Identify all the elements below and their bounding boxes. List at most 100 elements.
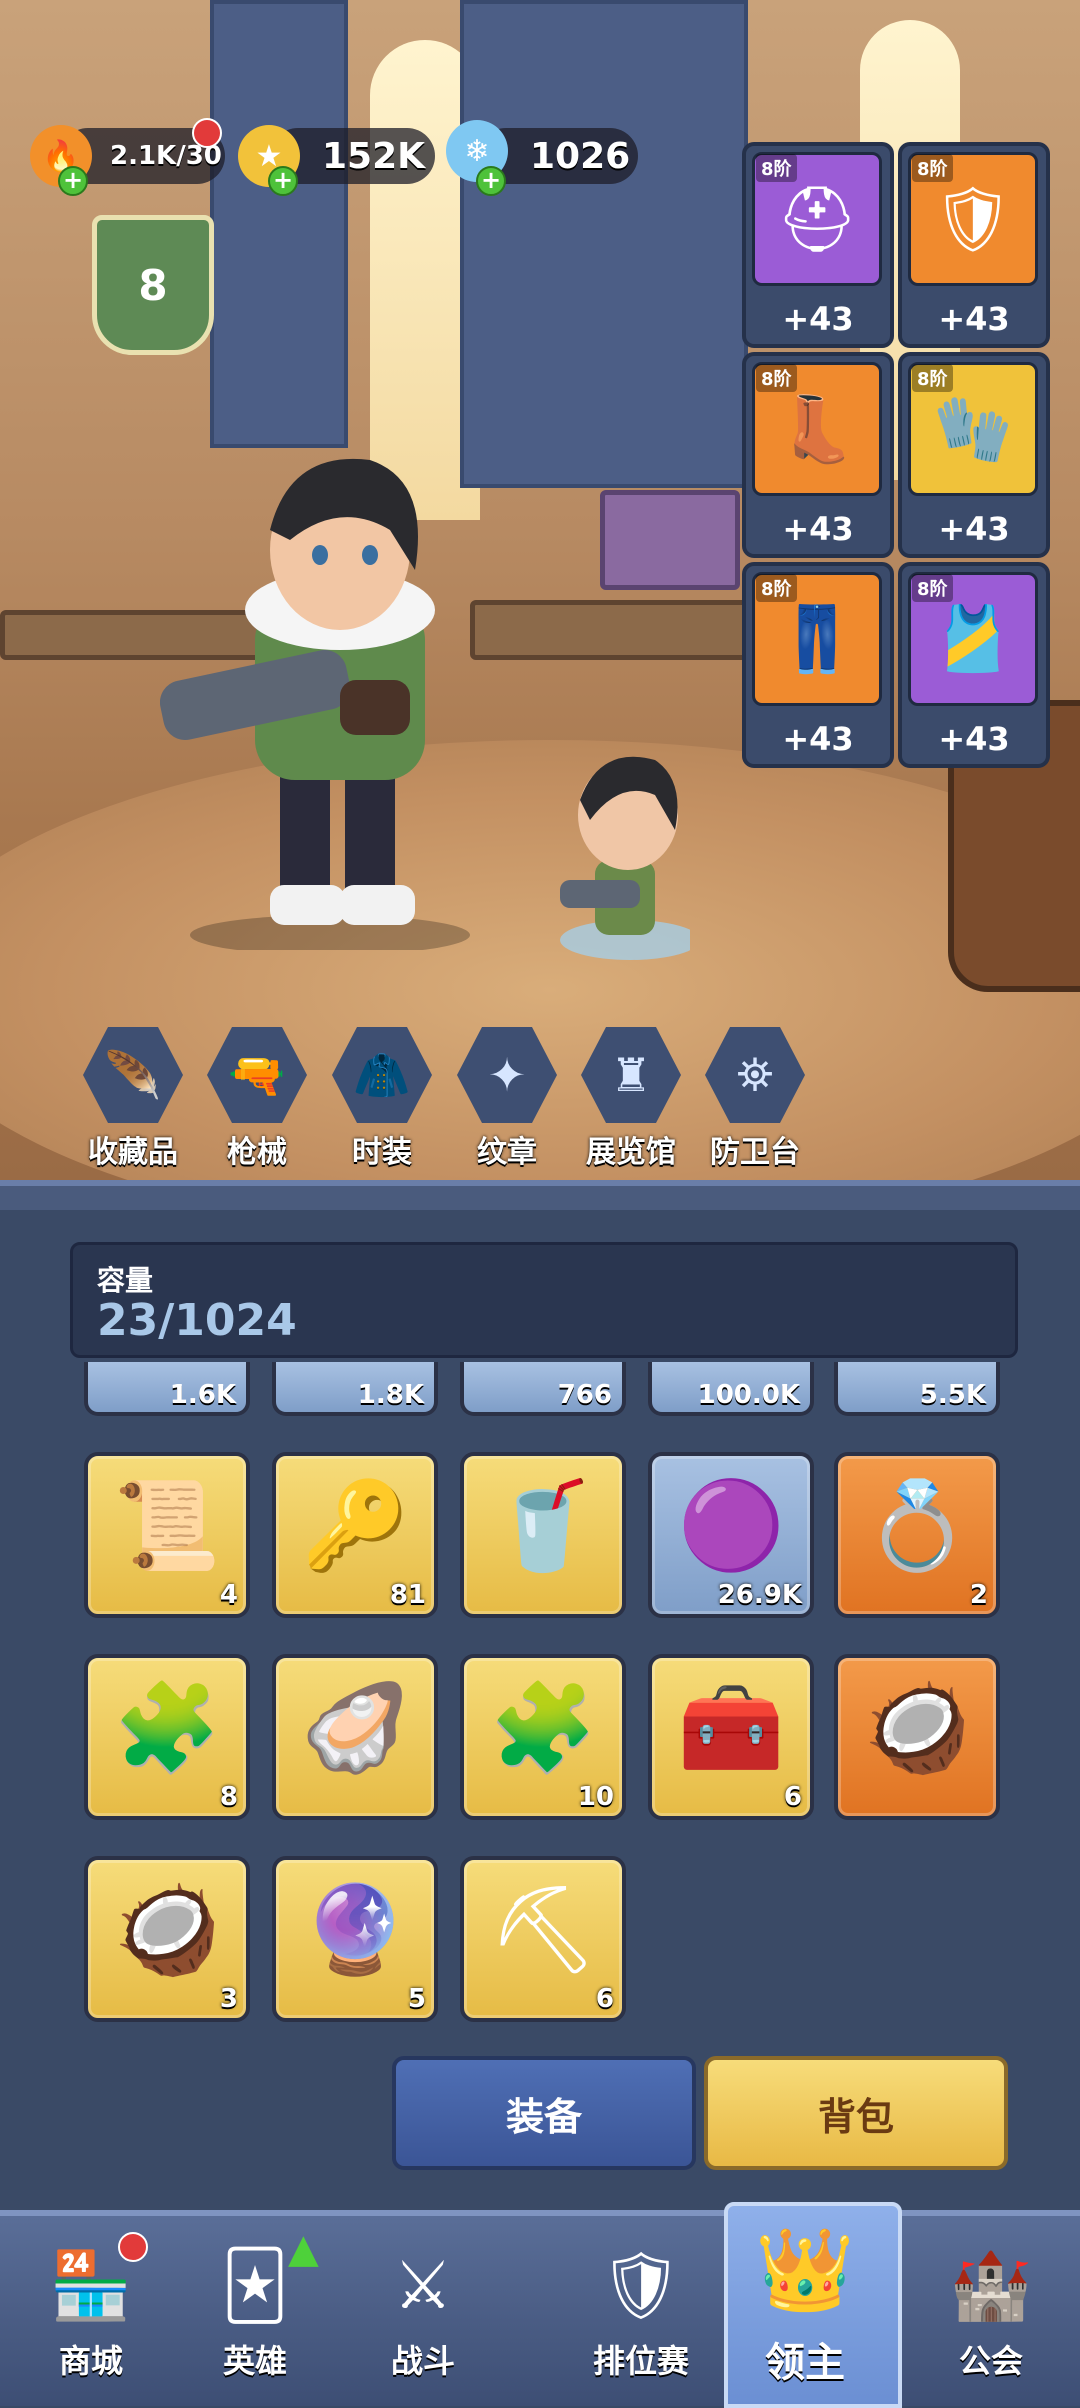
- category-3[interactable]: 🧥 时装: [327, 1025, 437, 1171]
- inventory-slot[interactable]: 📜 4: [84, 1452, 250, 1618]
- nav-icon: 🏰: [949, 2247, 1033, 2324]
- inventory-slot[interactable]: 🔑 81: [272, 1452, 438, 1618]
- item-count: 81: [389, 1580, 426, 1610]
- nav-3[interactable]: ⚔ 战斗: [348, 2236, 498, 2400]
- nav-6[interactable]: 🏰 公会: [916, 2236, 1066, 2400]
- nav-label: 战斗: [390, 2342, 455, 2380]
- item-icon: 📜: [113, 1476, 221, 1576]
- banner: [210, 0, 348, 448]
- category-label: 枪械: [227, 1135, 287, 1170]
- equipment-bonus: +43: [938, 720, 1010, 758]
- inventory-slot[interactable]: ⛏ 6: [460, 1856, 626, 2022]
- equipment-bonus: +43: [782, 510, 854, 548]
- item-count: 10: [577, 1782, 614, 1812]
- category-icon: 🔫: [207, 1027, 307, 1123]
- books: [600, 490, 740, 590]
- panel-header-strip: [0, 1186, 1080, 1210]
- category-5[interactable]: ♜ 展览馆: [576, 1025, 686, 1171]
- nav-5[interactable]: 👑 领主: [730, 2210, 880, 2386]
- add-crystal-button[interactable]: +: [476, 166, 506, 196]
- inventory-slot[interactable]: 🥤: [460, 1452, 626, 1618]
- item-count: 6: [783, 1782, 802, 1812]
- item-count: 1.8K: [357, 1380, 424, 1410]
- category-label: 收藏品: [88, 1135, 178, 1170]
- notification-dot: [192, 118, 222, 148]
- item-count: 3: [219, 1984, 238, 2014]
- table: [470, 600, 760, 660]
- inventory-slot-partial[interactable]: 5.5K: [834, 1362, 1000, 1416]
- item-count: 26.9K: [717, 1580, 802, 1610]
- add-gold-button[interactable]: +: [268, 166, 298, 196]
- nav-1[interactable]: 🏪 商城: [16, 2236, 166, 2400]
- equipment-slot-1[interactable]: ⛑ 8阶 +43: [742, 142, 894, 348]
- item-icon: 🧩: [113, 1678, 221, 1778]
- capacity-box: 容量 23/1024: [70, 1242, 1018, 1358]
- inventory-slot-partial[interactable]: 1.8K: [272, 1362, 438, 1416]
- category-label: 纹章: [477, 1135, 537, 1170]
- inventory-slot-partial[interactable]: 766: [460, 1362, 626, 1416]
- add-fire-button[interactable]: +: [58, 166, 88, 196]
- item-count: 5.5K: [919, 1380, 986, 1410]
- inventory-slot[interactable]: 🥥: [834, 1654, 1000, 1820]
- capacity-value: 23/1024: [97, 1295, 297, 1346]
- inventory-slot[interactable]: 💍 2: [834, 1452, 1000, 1618]
- equip-tab-button[interactable]: 装备: [392, 2056, 696, 2170]
- equipment-tier: 8阶: [912, 364, 953, 392]
- item-count: 5: [407, 1984, 426, 2014]
- nav-4[interactable]: 🛡 排位赛: [566, 2236, 716, 2400]
- category-1[interactable]: 🪶 收藏品: [78, 1025, 188, 1171]
- item-count: 6: [595, 1984, 614, 2014]
- item-count: 1.6K: [169, 1380, 236, 1410]
- equipment-bonus: +43: [782, 720, 854, 758]
- item-count: 100.0K: [697, 1380, 800, 1410]
- inventory-slot-partial[interactable]: 100.0K: [648, 1362, 814, 1416]
- banner: [460, 0, 748, 488]
- capacity-label: 容量: [97, 1264, 154, 1297]
- inventory-slot[interactable]: 🔮 5: [272, 1856, 438, 2022]
- inventory-slot-partial[interactable]: 1.6K: [84, 1362, 250, 1416]
- pet-companion[interactable]: [560, 740, 690, 960]
- item-icon: 🧩: [489, 1678, 597, 1778]
- equipment-bonus: +43: [938, 510, 1010, 548]
- item-icon: 🟣: [677, 1476, 785, 1576]
- equipment-slot-2[interactable]: 🛡 8阶 +43: [898, 142, 1050, 348]
- item-icon: 🥥: [113, 1880, 221, 1980]
- nav-icon: ⚔: [393, 2247, 453, 2324]
- item-icon: 🦪: [301, 1678, 409, 1778]
- shop-notification-dot: [118, 2232, 148, 2262]
- nav-label: 公会: [958, 2342, 1023, 2380]
- equipment-slot-6[interactable]: 🎽 8阶 +43: [898, 562, 1050, 768]
- category-2[interactable]: 🔫 枪械: [202, 1025, 312, 1171]
- inventory-slot[interactable]: 🧩 10: [460, 1654, 626, 1820]
- inventory-slot[interactable]: 🧩 8: [84, 1654, 250, 1820]
- level-badge[interactable]: 8: [92, 215, 214, 355]
- category-icon: 🧥: [332, 1027, 432, 1123]
- item-count: 766: [557, 1380, 612, 1410]
- item-icon: 💍: [863, 1476, 971, 1576]
- nav-label: 商城: [58, 2342, 123, 2380]
- gold-value: 152K: [322, 135, 426, 177]
- item-count: 8: [219, 1782, 238, 1812]
- hero-character[interactable]: [160, 430, 500, 950]
- inventory-slot[interactable]: 🦪: [272, 1654, 438, 1820]
- item-icon: 🥥: [863, 1678, 971, 1778]
- equipment-bonus: +43: [938, 300, 1010, 338]
- equipment-tier: 8阶: [756, 574, 797, 602]
- category-6[interactable]: ⛯ 防卫台: [700, 1025, 810, 1171]
- nav-label: 领主: [765, 2340, 845, 2386]
- level-value: 8: [138, 260, 168, 310]
- equipment-tier: 8阶: [912, 154, 953, 182]
- equipment-tier: 8阶: [756, 154, 797, 182]
- inventory-slot[interactable]: 🥥 3: [84, 1856, 250, 2022]
- inventory-slot[interactable]: 🧰 6: [648, 1654, 814, 1820]
- item-count: 4: [219, 1580, 238, 1610]
- nav-label: 排位赛: [592, 2342, 689, 2380]
- equipment-slot-3[interactable]: 👢 8阶 +43: [742, 352, 894, 558]
- category-icon: ♜: [581, 1027, 681, 1123]
- bag-tab-button[interactable]: 背包: [704, 2056, 1008, 2170]
- equipment-slot-4[interactable]: 🧤 8阶 +43: [898, 352, 1050, 558]
- nav-icon: 🛡: [599, 2247, 683, 2324]
- inventory-slot[interactable]: 🟣 26.9K: [648, 1452, 814, 1618]
- category-4[interactable]: ✦ 纹章: [452, 1025, 562, 1171]
- equipment-slot-5[interactable]: 👖 8阶 +43: [742, 562, 894, 768]
